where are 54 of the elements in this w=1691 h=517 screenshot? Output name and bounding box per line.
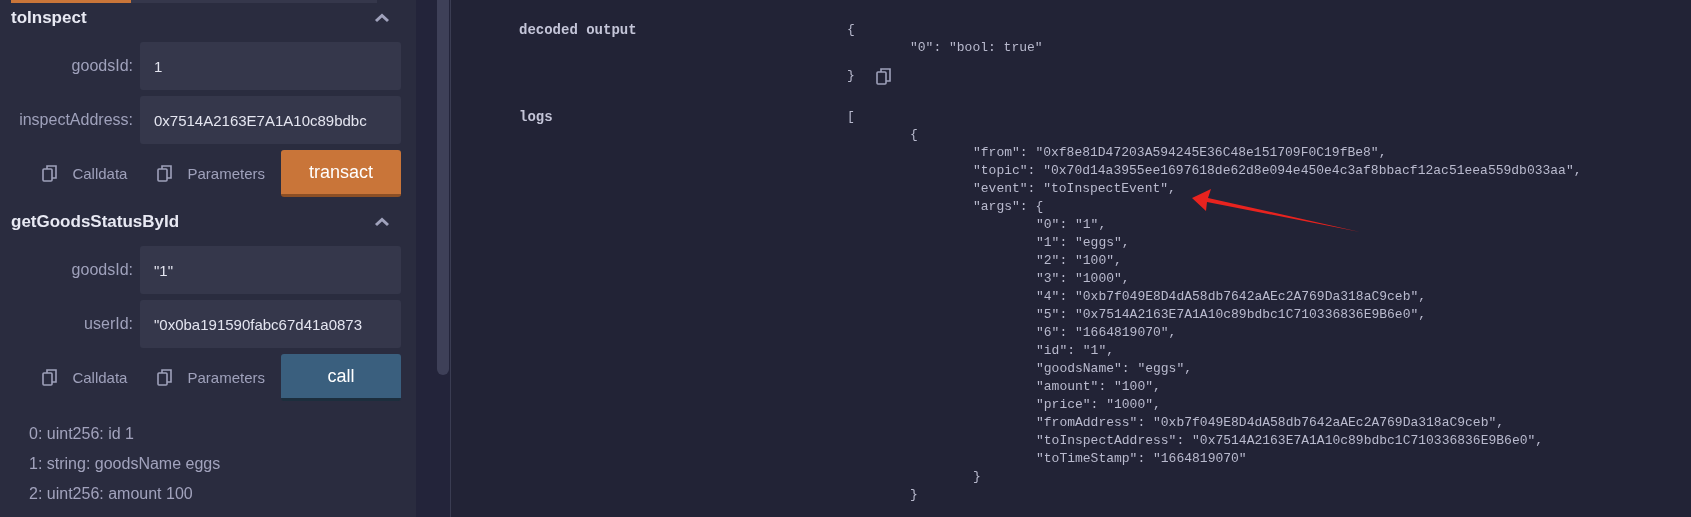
- json-line: "1": "eggs",: [1036, 234, 1131, 252]
- result-line: 1: string: goodsName eggs: [29, 454, 222, 474]
- json-line: }: [910, 486, 918, 504]
- json-line: "5": "0x7514A2163E7A1A10c89bdbc1C710336836E9B6e0",: [1036, 306, 1428, 324]
- copy-icon[interactable]: [875, 67, 892, 85]
- input-field[interactable]: "0x0ba191590fabc67d41a0873: [140, 300, 401, 348]
- field-label: goodsId:: [70, 57, 133, 75]
- json-line: "topic": "0x70d14a3955ee1697618de62d8e094e450e4c3af8bbacf12ac51eea559db033aa",: [973, 162, 1582, 180]
- field-label: userId:: [83, 315, 133, 333]
- function-title: getGoodsStatusById: [11, 212, 180, 232]
- input-field[interactable]: 1: [140, 42, 401, 90]
- copy-icon: [42, 165, 59, 182]
- input-field[interactable]: 0x7514A2163E7A1A10c89bdbc: [140, 96, 401, 144]
- result-line: 2: uint256: amount 100: [29, 484, 194, 504]
- parameters-button[interactable]: Parameters: [157, 165, 265, 182]
- json-line: "amount": "100",: [1036, 378, 1162, 396]
- function-title: toInspect: [11, 8, 87, 28]
- field-label: goodsId:: [70, 261, 133, 279]
- scrollbar[interactable]: [437, 0, 449, 375]
- json-line: "0": "bool: true": [910, 39, 1043, 57]
- json-line: }: [973, 468, 981, 486]
- caret-icon[interactable]: [374, 217, 390, 227]
- json-line: "2": "100",: [1036, 252, 1123, 270]
- json-line: "price": "1000",: [1036, 396, 1162, 414]
- input-field[interactable]: "1": [140, 246, 401, 294]
- json-line: "goodsName": "eggs",: [1036, 360, 1194, 378]
- output-label: decoded output: [519, 21, 638, 40]
- parameters-button[interactable]: Parameters: [157, 369, 265, 386]
- json-line: "toTimeStamp": "1664819070": [1036, 450, 1248, 468]
- copy-icon: [157, 369, 174, 386]
- json-line: "toInspectAddress": "0x7514A2163E7A1A10c89bdbc1C710336836E9B6e0",: [1036, 432, 1545, 450]
- result-line: 0: uint256: id 1: [29, 424, 135, 444]
- calldata-button[interactable]: Calldata: [42, 165, 128, 182]
- json-line: "3": "1000",: [1036, 270, 1131, 288]
- caret-icon[interactable]: [374, 13, 390, 23]
- transact-button[interactable]: transact: [281, 150, 401, 197]
- field-label: inspectAddress:: [18, 111, 133, 129]
- json-line: "6": "1664819070",: [1036, 324, 1178, 342]
- call-button[interactable]: call: [281, 354, 401, 401]
- json-line: "event": "toInspectEvent",: [973, 180, 1177, 198]
- json-line: [: [847, 108, 856, 126]
- output-label: logs: [519, 108, 554, 127]
- json-line: "from": "0xf8e81D47203A594245E36C48e151709F0C19fBe8",: [973, 144, 1388, 162]
- copy-icon: [157, 165, 174, 182]
- json-line: "id": "1",: [1036, 342, 1115, 360]
- json-line: {: [910, 126, 919, 144]
- copy-icon: [42, 369, 59, 386]
- json-line: "4": "0xb7f049E8D4dA58db7642aAEc2A769Da318aC9ceb",: [1036, 288, 1428, 306]
- json-line: "args": {: [973, 198, 1045, 216]
- json-line: "0": "1",: [1036, 216, 1108, 234]
- calldata-button[interactable]: Calldata: [42, 369, 128, 386]
- json-line: {: [847, 21, 856, 39]
- json-line: }: [847, 67, 855, 85]
- json-line: "fromAddress": "0xb7f049E8D4dA58db7642aAEc2A769Da318aC9ceb",: [1036, 414, 1506, 432]
